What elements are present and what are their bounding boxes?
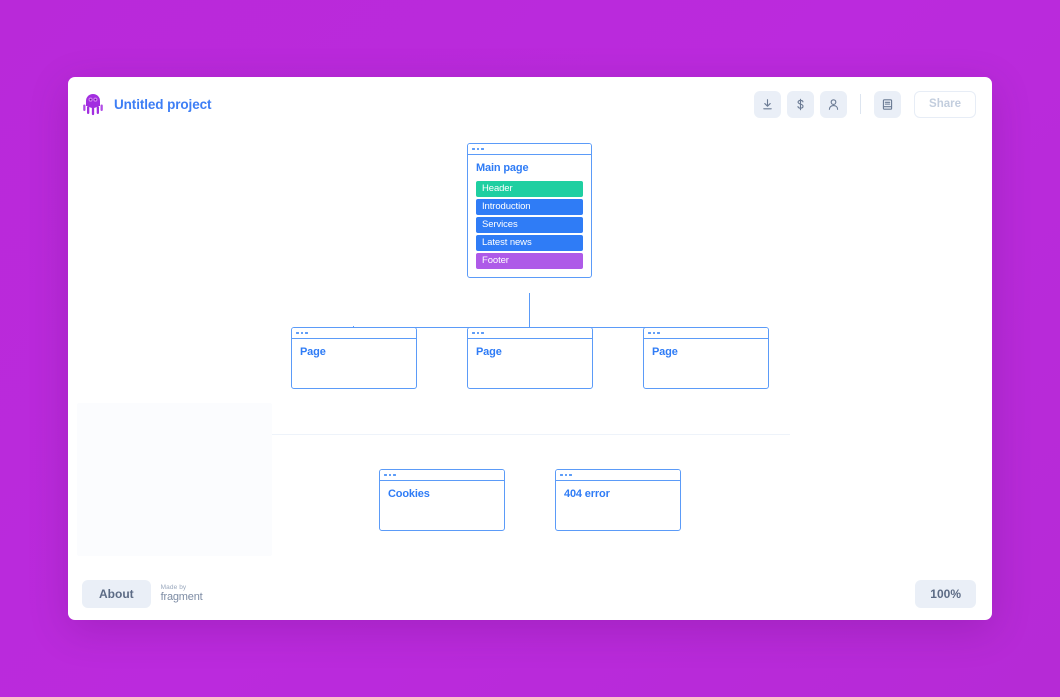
node-section-block[interactable]: Services [476,217,583,234]
download-icon [763,98,772,109]
node-titlebar[interactable] [644,328,768,339]
made-by-brand: fragment [160,590,203,603]
node-page-3[interactable]: Page [643,327,769,389]
node-title: Main page [476,162,529,174]
brand[interactable]: Untitled project [82,92,212,116]
node-titlebar[interactable] [380,470,504,481]
window-dot-icon [564,473,567,477]
download-button[interactable] [754,90,782,118]
node-title: Page [476,346,502,358]
pricing-button[interactable] [787,90,815,118]
node-title: Page [300,346,326,358]
share-button[interactable]: Share [914,90,976,118]
node-body: Main page Header Introduction Services Late… [468,155,591,277]
window-dot-icon [476,147,479,151]
node-titlebar[interactable] [468,328,592,339]
node-body: 404 error [556,481,680,515]
made-by-credit: Made by fragment [160,584,203,603]
sitemap-canvas[interactable]: Main page Header Introduction Services Late… [68,77,992,620]
window-dot-icon [569,473,572,477]
account-button[interactable] [820,90,848,118]
node-body: Page [468,339,592,373]
node-cookies[interactable]: Cookies [379,469,505,531]
window-dot-icon [393,473,396,477]
top-toolbar: Untitled project Share [68,77,992,131]
node-title: Page [652,346,678,358]
window-dot-icon [472,331,475,335]
node-body: Page [644,339,768,373]
person-icon [828,98,839,110]
window-dot-icon [305,331,308,335]
node-titlebar[interactable] [556,470,680,481]
node-section-list: Header Introduction Services Latest news Foo… [476,181,583,270]
app-window: Main page Header Introduction Services Late… [68,77,992,620]
window-dot-icon [300,331,303,335]
node-section-block[interactable]: Header [476,181,583,198]
window-dot-icon [648,331,651,335]
window-dot-icon [657,331,660,335]
window-dot-icon [472,147,475,151]
node-title: Cookies [388,488,430,500]
window-dot-icon [652,331,655,335]
zoom-level-button[interactable]: 100% [915,580,976,608]
canvas-ghost-panel [77,403,272,556]
dollar-icon [797,98,804,110]
toolbar-divider [860,94,862,114]
docs-button[interactable] [874,90,902,118]
window-dot-icon [560,473,563,477]
node-title: 404 error [564,488,610,500]
node-section-block[interactable]: Footer [476,253,583,270]
book-icon [882,98,893,110]
window-dot-icon [481,331,484,335]
window-dot-icon [296,331,299,335]
node-page-1[interactable]: Page [291,327,417,389]
node-titlebar[interactable] [468,144,591,155]
project-title: Untitled project [114,96,212,112]
node-body: Page [292,339,416,373]
node-titlebar[interactable] [292,328,416,339]
node-section-block[interactable]: Latest news [476,235,583,252]
window-dot-icon [384,473,387,477]
node-404-error[interactable]: 404 error [555,469,681,531]
node-page-2[interactable]: Page [467,327,593,389]
bottom-toolbar: About Made by fragment 100% [68,568,992,620]
window-dot-icon [481,147,484,151]
canvas-section-divider [272,434,790,435]
node-main-page[interactable]: Main page Header Introduction Services Late… [467,143,592,279]
node-body: Cookies [380,481,504,515]
about-button[interactable]: About [82,580,151,608]
window-dot-icon [476,331,479,335]
node-section-block[interactable]: Introduction [476,199,583,216]
toolbar-actions: Share [754,90,976,118]
octopus-logo-icon [83,94,103,116]
window-dot-icon [388,473,391,477]
